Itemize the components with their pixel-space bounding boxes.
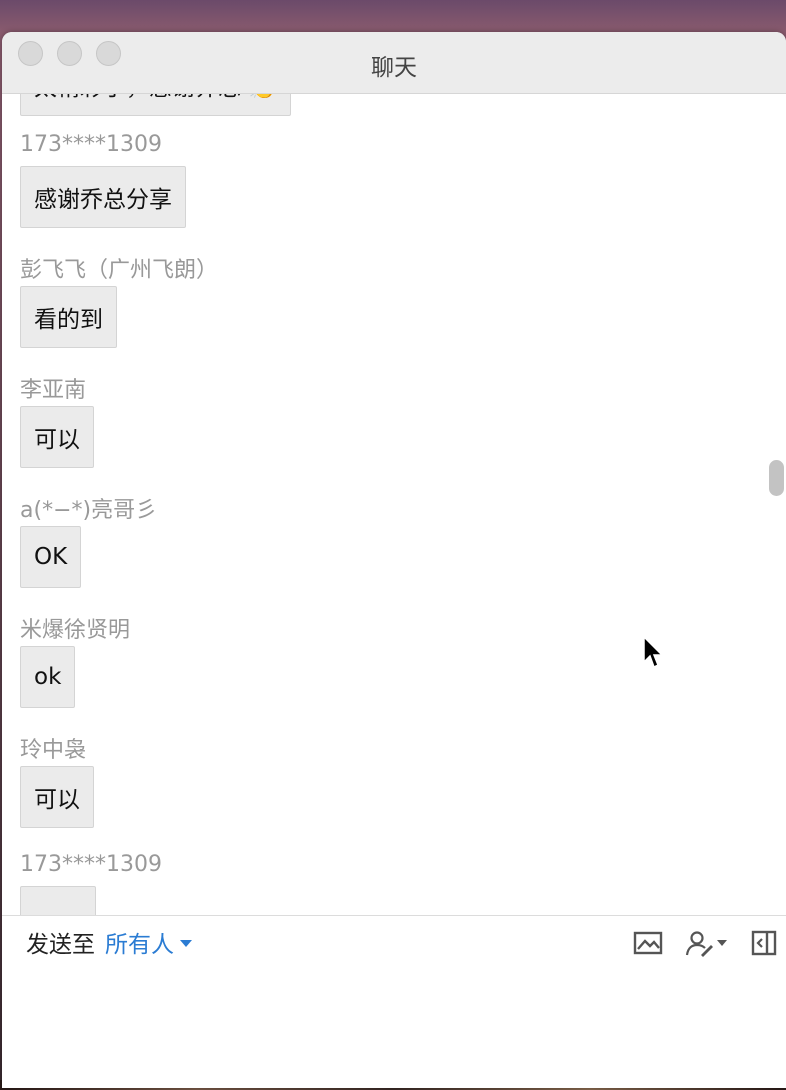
message-bubble: 太精彩了，感谢乔总 👏 (20, 94, 291, 116)
recipient-label: 所有人 (105, 932, 174, 958)
message-bubble: 可以 (20, 766, 94, 828)
message-item: 玲中袅 可以 (20, 720, 720, 840)
message-sender: 李亚南 (20, 378, 87, 403)
title-bar: 聊天 (2, 32, 786, 94)
message-sender: 玲中袅 (20, 738, 87, 763)
image-icon[interactable] (633, 929, 663, 957)
recipient-dropdown[interactable]: 所有人 (105, 925, 192, 959)
send-to-label: 发送至 (26, 932, 95, 958)
message-item: 彭飞飞（广州飞朗） 看的到 (20, 240, 720, 360)
annotate-icon[interactable] (685, 929, 727, 957)
message-sender: 173****1309 (20, 132, 162, 157)
scrollbar-thumb[interactable] (769, 460, 784, 496)
message-item: 米爆徐贤明 ok (20, 600, 720, 720)
message-bubble: OK (20, 526, 82, 588)
mouse-cursor-icon (643, 636, 664, 669)
message-sender: 173****1309 (20, 852, 162, 877)
composer: 发送至 所有人 (2, 915, 786, 1088)
chat-window: 聊天 太精彩了，感谢乔总 👏 173****1309 感谢乔总分享 彭飞飞（广州… (2, 32, 786, 1088)
message-item: 李亚南 可以 (20, 360, 720, 480)
send-to: 发送至 所有人 (26, 925, 192, 959)
chevron-down-icon (717, 940, 727, 946)
message-bubble: 可以 (20, 406, 94, 468)
message-bubble (20, 886, 96, 915)
message-sender: a(*−*)亮哥彡 (20, 498, 158, 523)
message-item: a(*−*)亮哥彡 OK (20, 480, 720, 600)
popout-icon[interactable] (751, 929, 779, 957)
message-bubble: ok (20, 646, 76, 708)
message-sender: 彭飞飞（广州飞朗） (20, 258, 219, 283)
message-item: 173****1309 感谢乔总分享 (20, 120, 720, 240)
message-bubble: 感谢乔总分享 (20, 166, 186, 228)
message-item: 173****1309 (20, 840, 720, 915)
message-list[interactable]: 太精彩了，感谢乔总 👏 173****1309 感谢乔总分享 彭飞飞（广州飞朗）… (2, 94, 786, 915)
message-sender: 米爆徐贤明 (20, 618, 131, 643)
window-title: 聊天 (371, 55, 417, 81)
message-bubble: 看的到 (20, 286, 117, 348)
chevron-down-icon (180, 940, 192, 947)
